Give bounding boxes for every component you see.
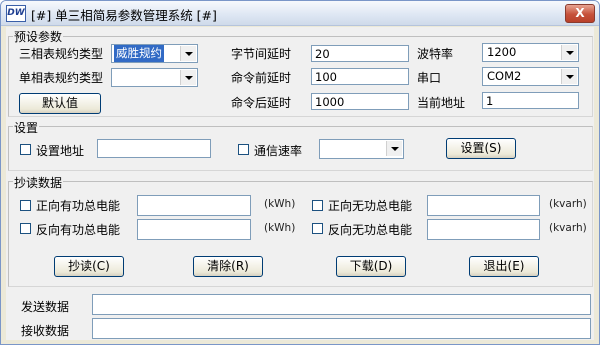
client-area: 预设参数 三相表规约类型 威胜规约 单相表规约类型 默认值 字节间延时 20 命… bbox=[6, 27, 594, 340]
port-value: COM2 bbox=[487, 69, 522, 83]
forward-active-label: 正向有功总电能 bbox=[36, 199, 121, 213]
receive-data-label: 接收数据 bbox=[21, 324, 70, 338]
chevron-down-icon[interactable] bbox=[386, 141, 402, 156]
chevron-down-icon[interactable] bbox=[561, 69, 577, 84]
post-cmd-delay-label: 命令后延时 bbox=[231, 96, 292, 110]
set-address-label: 设置地址 bbox=[36, 144, 85, 158]
reverse-reactive-input[interactable] bbox=[427, 219, 540, 240]
send-data-label: 发送数据 bbox=[21, 300, 70, 314]
forward-active-checkbox[interactable] bbox=[20, 200, 31, 211]
single-phase-type-label: 单相表规约类型 bbox=[19, 71, 104, 85]
send-data-input[interactable] bbox=[92, 294, 591, 315]
three-phase-type-select[interactable]: 威胜规约 bbox=[111, 44, 198, 63]
chevron-down-icon[interactable] bbox=[561, 45, 577, 60]
three-phase-type-value: 威胜规约 bbox=[114, 45, 164, 62]
address-input[interactable]: 1 bbox=[482, 92, 579, 109]
close-button[interactable]: X bbox=[565, 4, 595, 23]
main-window: DW [#] 单三相简易参数管理系统 [#] X 预设参数 三相表规约类型 威胜… bbox=[0, 0, 600, 345]
settings-group: 设置 设置地址 通信速率 设置(S) bbox=[8, 119, 593, 171]
reading-group-title: 抄读数据 bbox=[13, 174, 64, 191]
reverse-reactive-label: 反向无功总电能 bbox=[328, 223, 413, 237]
pre-cmd-delay-label: 命令前延时 bbox=[231, 71, 292, 85]
port-label: 串口 bbox=[417, 71, 442, 85]
app-icon: DW bbox=[6, 5, 26, 22]
reverse-reactive-checkbox[interactable] bbox=[312, 223, 323, 234]
set-button[interactable]: 设置(S) bbox=[446, 138, 516, 159]
reverse-active-input[interactable] bbox=[137, 219, 251, 240]
baud-value: 1200 bbox=[487, 45, 517, 59]
read-button[interactable]: 抄读(C) bbox=[54, 256, 124, 277]
reverse-active-label: 反向有功总电能 bbox=[36, 223, 121, 237]
comm-rate-select[interactable] bbox=[319, 139, 404, 159]
single-phase-type-select[interactable] bbox=[111, 68, 198, 87]
forward-reactive-unit: (kvarh) bbox=[549, 198, 587, 210]
preset-group: 预设参数 三相表规约类型 威胜规约 单相表规约类型 默认值 字节间延时 20 命… bbox=[8, 28, 593, 117]
pre-cmd-delay-input[interactable]: 100 bbox=[311, 68, 409, 85]
receive-data-input[interactable] bbox=[92, 318, 591, 339]
reverse-reactive-unit: (kvarh) bbox=[549, 222, 587, 234]
port-select[interactable]: COM2 bbox=[482, 67, 579, 86]
settings-group-title: 设置 bbox=[13, 119, 40, 136]
forward-active-input[interactable] bbox=[137, 195, 251, 216]
forward-reactive-checkbox[interactable] bbox=[312, 200, 323, 211]
exit-button[interactable]: 退出(E) bbox=[469, 256, 539, 277]
reverse-active-unit: (kWh) bbox=[264, 222, 296, 234]
forward-reactive-label: 正向无功总电能 bbox=[328, 199, 413, 213]
title-bar[interactable]: DW [#] 单三相简易参数管理系统 [#] X bbox=[1, 1, 599, 26]
preset-group-title: 预设参数 bbox=[13, 28, 64, 45]
three-phase-type-label: 三相表规约类型 bbox=[19, 47, 104, 61]
clear-button[interactable]: 清除(R) bbox=[193, 256, 263, 277]
byte-delay-input[interactable]: 20 bbox=[311, 45, 409, 62]
comm-rate-checkbox[interactable] bbox=[238, 144, 249, 155]
reverse-active-checkbox[interactable] bbox=[20, 223, 31, 234]
default-button[interactable]: 默认值 bbox=[19, 93, 101, 114]
chevron-down-icon[interactable] bbox=[180, 70, 196, 85]
comm-rate-label: 通信速率 bbox=[254, 144, 303, 158]
byte-delay-label: 字节间延时 bbox=[231, 47, 292, 61]
baud-label: 波特率 bbox=[417, 47, 454, 61]
forward-active-unit: (kWh) bbox=[264, 198, 296, 210]
address-label: 当前地址 bbox=[417, 96, 466, 110]
set-address-input[interactable] bbox=[97, 139, 211, 158]
set-address-checkbox[interactable] bbox=[20, 144, 31, 155]
baud-select[interactable]: 1200 bbox=[482, 43, 579, 62]
download-button[interactable]: 下载(D) bbox=[336, 256, 406, 277]
chevron-down-icon[interactable] bbox=[180, 46, 196, 61]
forward-reactive-input[interactable] bbox=[427, 195, 540, 216]
reading-group: 抄读数据 正向有功总电能 (kWh) 反向有功总电能 (kWh) 正向无功总电能… bbox=[8, 174, 593, 287]
post-cmd-delay-input[interactable]: 1000 bbox=[311, 93, 409, 110]
window-title: [#] 单三相简易参数管理系统 [#] bbox=[31, 8, 217, 23]
